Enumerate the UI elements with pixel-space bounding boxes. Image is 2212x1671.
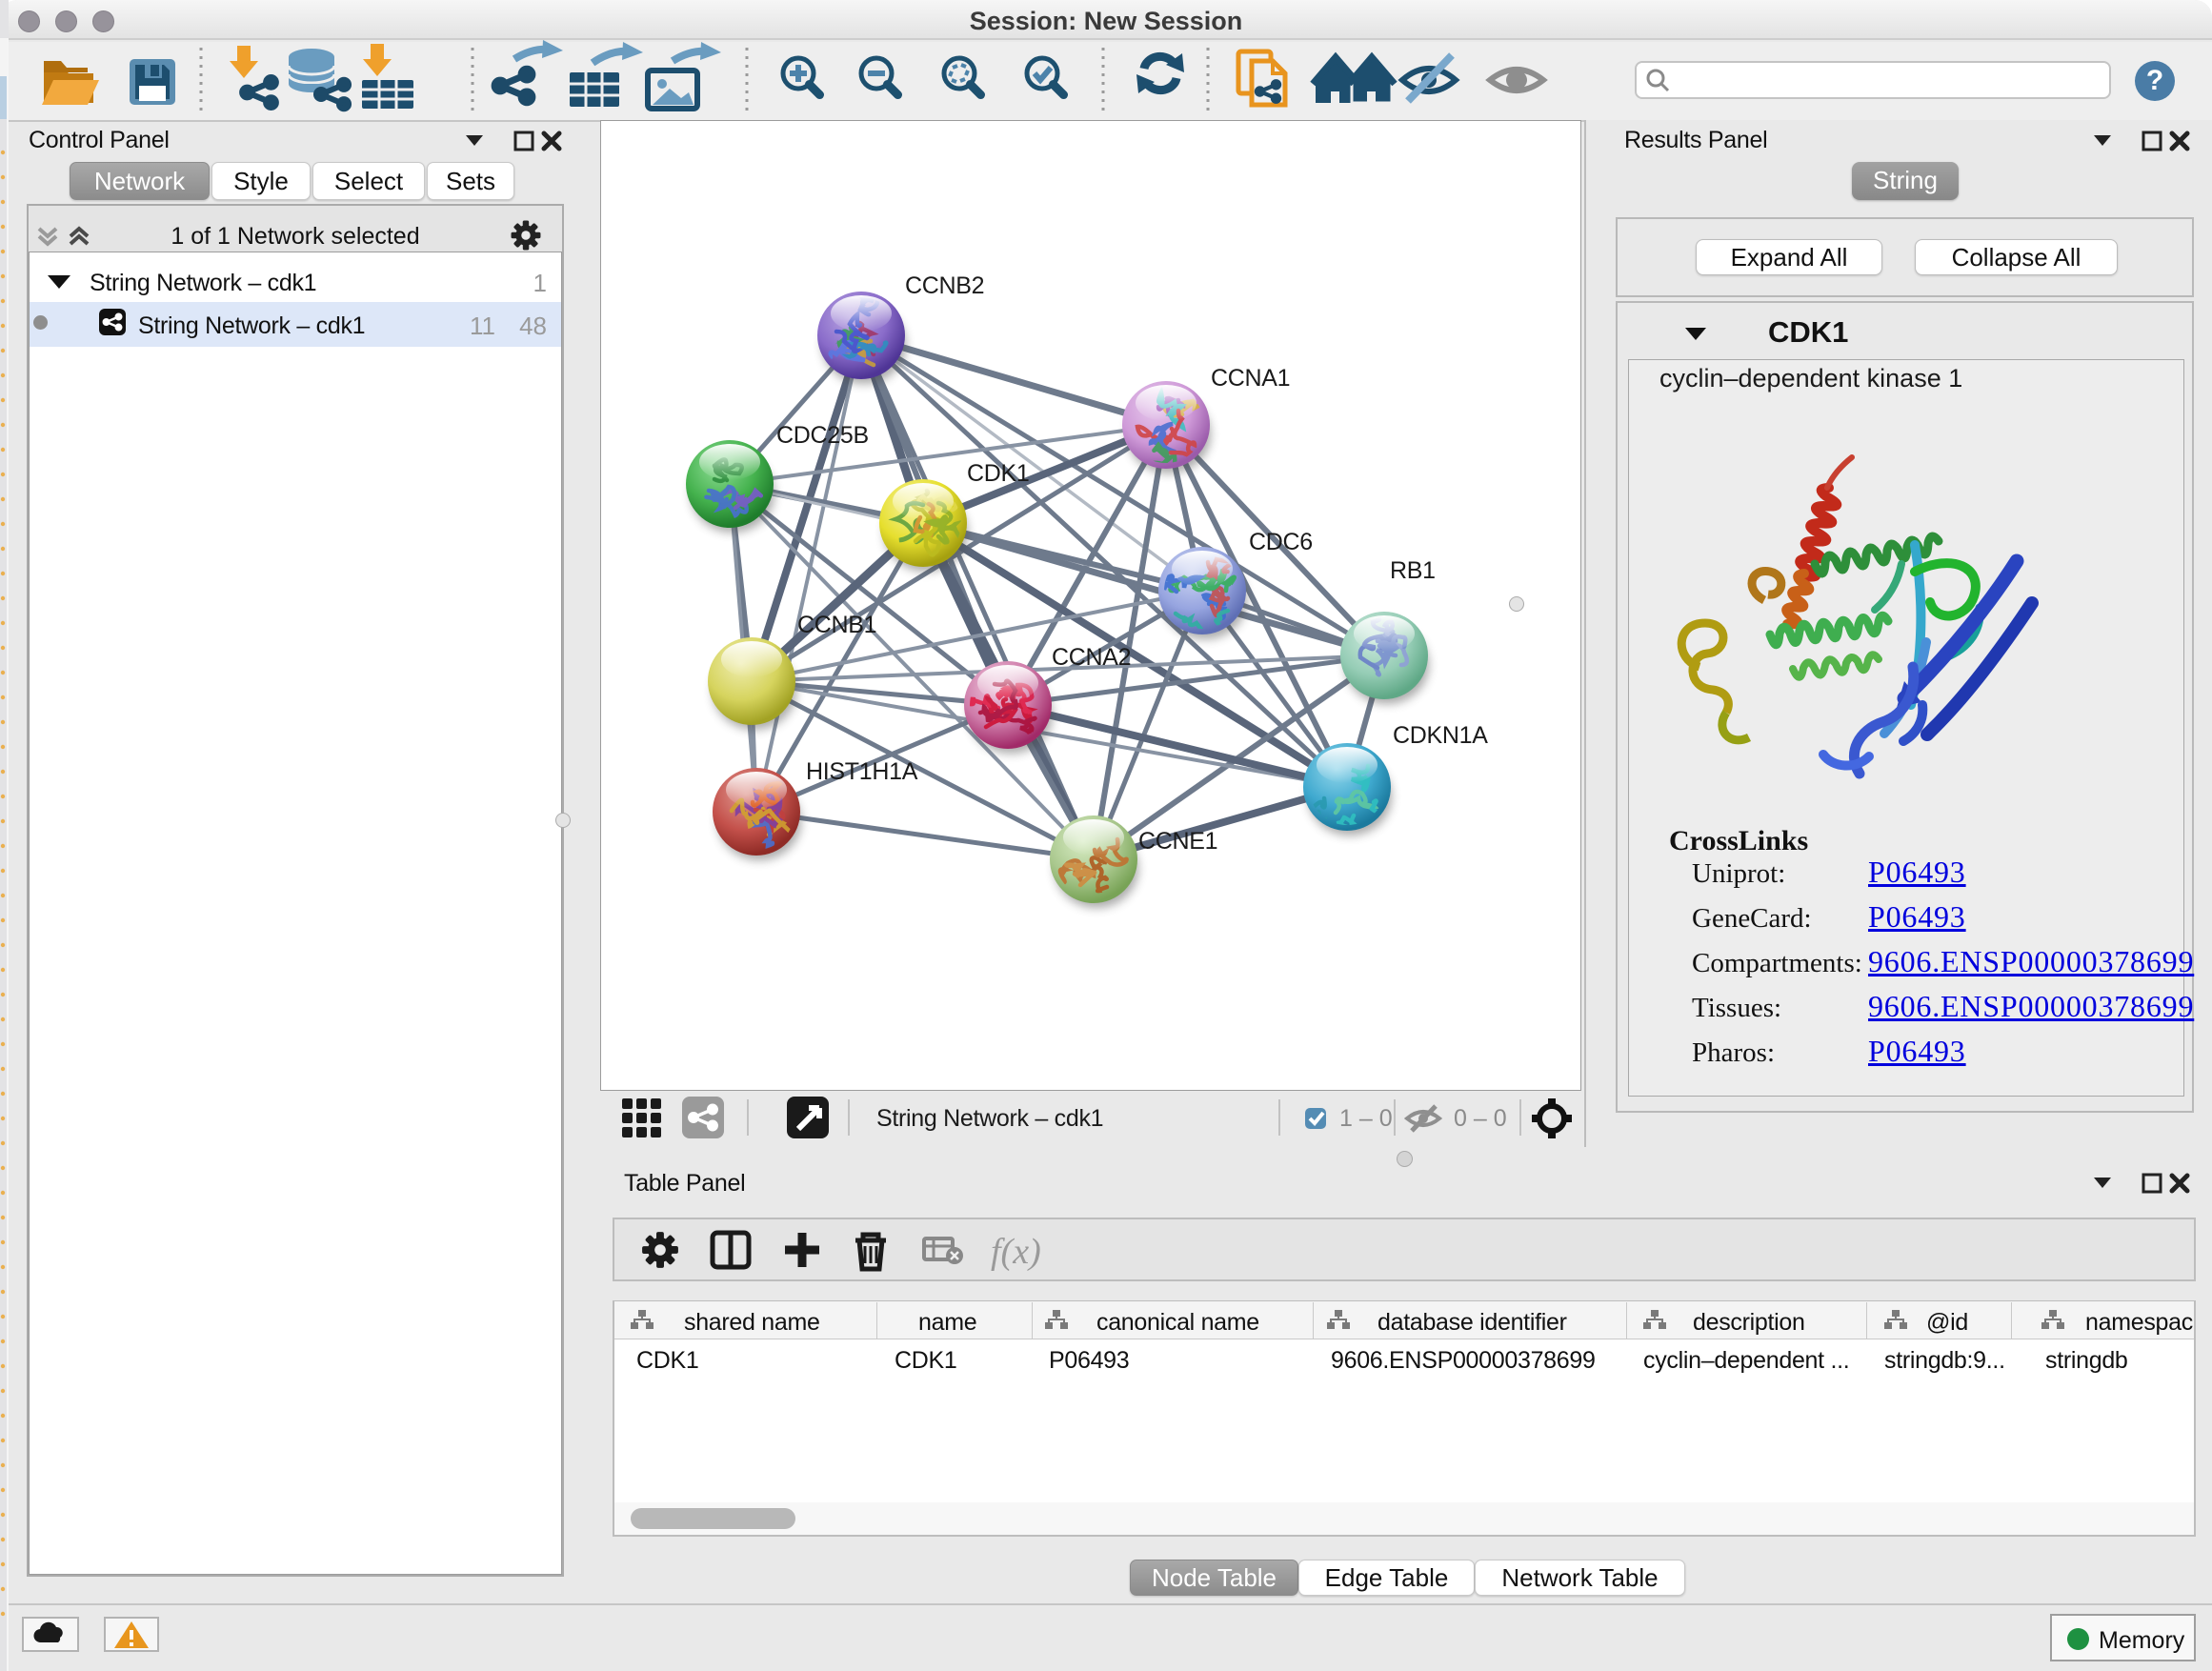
svg-text:CDKN1A: CDKN1A [1393, 722, 1488, 749]
svg-text:HIST1H1A: HIST1H1A [806, 758, 918, 785]
svg-text:CDC6: CDC6 [1249, 529, 1313, 555]
svg-text:f(x): f(x) [991, 1232, 1041, 1272]
svg-text:0 – 0: 0 – 0 [1454, 1105, 1507, 1132]
svg-text:CCNB1: CCNB1 [797, 612, 876, 638]
svg-text:RB1: RB1 [1390, 557, 1436, 584]
svg-text:CCNB2: CCNB2 [905, 272, 984, 299]
svg-text:String Network – cdk1: String Network – cdk1 [876, 1105, 1103, 1132]
svg-text:CCNA1: CCNA1 [1211, 365, 1290, 392]
svg-text:1 – 0: 1 – 0 [1339, 1105, 1393, 1132]
svg-text:CCNE1: CCNE1 [1138, 828, 1217, 855]
svg-text:CDK1: CDK1 [967, 460, 1030, 487]
svg-text:CCNA2: CCNA2 [1052, 644, 1131, 671]
svg-text:CDC25B: CDC25B [776, 422, 869, 449]
